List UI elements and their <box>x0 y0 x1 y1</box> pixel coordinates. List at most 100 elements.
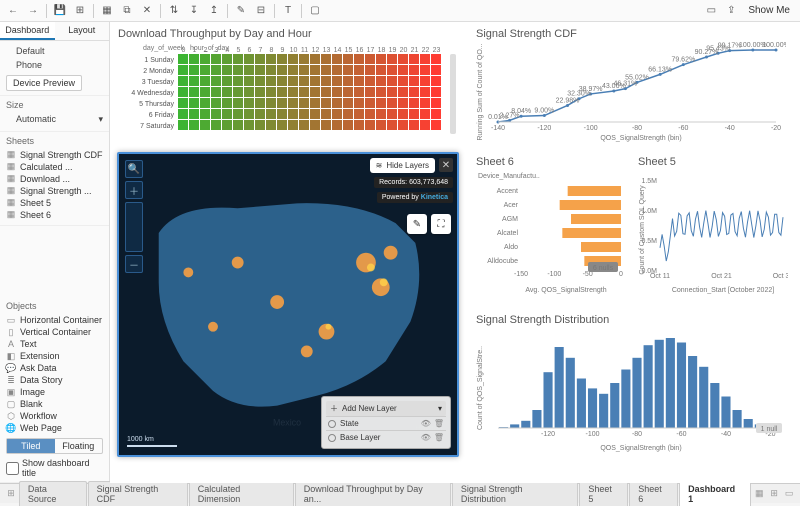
chevron-down-icon[interactable]: ▾ <box>438 404 442 413</box>
data-source-tab[interactable]: Data Source <box>19 481 87 506</box>
layers-icon: ≋ <box>376 161 383 170</box>
svg-text:13: 13 <box>323 47 331 54</box>
svg-text:0.5M: 0.5M <box>641 238 657 245</box>
dashboard-canvas[interactable]: Download Throughput by Day and Hour day_… <box>110 22 800 483</box>
object-item[interactable]: AText <box>6 338 103 350</box>
svg-text:19: 19 <box>389 47 397 54</box>
objects-list: ▭Horizontal Container ▯Vertical Containe… <box>6 314 103 434</box>
zoom-in-icon[interactable]: ＋ <box>125 181 143 199</box>
sheet-tab[interactable]: Download Throughput by Day an... <box>295 481 451 506</box>
tiled-toggle[interactable]: Tiled <box>7 439 55 453</box>
expand-icon[interactable]: ⛶ <box>431 214 451 234</box>
new-dashboard-icon[interactable]: ⊞ <box>767 487 781 501</box>
group-icon[interactable]: ⊟ <box>252 2 270 20</box>
sheet-item[interactable]: ▦Calculated ... <box>6 161 103 173</box>
map-extension[interactable]: Mexico Havana 🔍 ＋ － ≋Hide Layers ✕ Recor… <box>117 152 459 457</box>
swap-icon[interactable]: ⇅ <box>165 2 183 20</box>
label-icon[interactable]: T <box>279 2 297 20</box>
sheet-tab[interactable]: Signal Strength Distribution <box>452 481 578 506</box>
size-value[interactable]: Automatic <box>16 113 56 127</box>
new-story-icon[interactable]: ▭ <box>782 487 796 501</box>
object-item[interactable]: ▣Image <box>6 386 103 398</box>
forward-icon[interactable]: → <box>24 2 42 20</box>
show-me-button[interactable]: Show Me <box>742 3 796 18</box>
duplicate-icon[interactable]: ⧉ <box>118 2 136 20</box>
sheet-item[interactable]: ▦Sheet 6 <box>6 209 103 221</box>
svg-text:22: 22 <box>422 47 430 54</box>
fit-icon[interactable]: ▢ <box>306 2 324 20</box>
add-layer-button[interactable]: ＋Add New Layer▾ <box>326 401 446 416</box>
svg-text:-120: -120 <box>537 125 551 132</box>
floating-toggle[interactable]: Floating <box>55 439 103 453</box>
svg-text:18: 18 <box>378 47 386 54</box>
svg-text:Running Sum of Count of QO...: Running Sum of Count of QO... <box>477 43 484 140</box>
object-item[interactable]: 💬Ask Data <box>6 362 103 374</box>
sheet-item[interactable]: ▦Signal Strength ... <box>6 185 103 197</box>
show-title-checkbox[interactable]: Show dashboard title <box>6 458 103 478</box>
sort-asc-icon[interactable]: ↧ <box>185 2 203 20</box>
device-preview-button[interactable]: Device Preview <box>6 75 82 91</box>
dist-tile[interactable]: Signal Strength Distribution Count of QO… <box>476 314 792 464</box>
close-icon[interactable]: ✕ <box>439 158 453 172</box>
sheet-item[interactable]: ▦Sheet 5 <box>6 197 103 209</box>
new-data-icon[interactable]: ⊞ <box>71 2 89 20</box>
save-icon[interactable]: 💾 <box>51 2 69 20</box>
heatmap-tile[interactable]: Download Throughput by Day and Hour day_… <box>118 28 468 148</box>
svg-text:Connection_Start [October 2022: Connection_Start [October 2022] <box>672 287 774 294</box>
svg-text:1 Sunday: 1 Sunday <box>144 57 174 64</box>
object-item[interactable]: ▭Horizontal Container <box>6 314 103 326</box>
sheet6-tile[interactable]: Sheet 6 Device_Manufactu.. AccentAcerAGM… <box>476 156 630 306</box>
layer-panel: ＋Add New Layer▾ State👁🗑 Base Layer👁🗑 <box>321 396 451 449</box>
object-item[interactable]: ≣Data Story <box>6 374 103 386</box>
zoom-search-icon[interactable]: 🔍 <box>125 160 143 178</box>
layer-row[interactable]: Base Layer👁🗑 <box>326 430 446 444</box>
share-icon[interactable]: ⇪ <box>722 2 740 20</box>
new-worksheet-icon[interactable]: ▦ <box>752 487 766 501</box>
sheet-tab[interactable]: Calculated Dimension <box>189 481 294 506</box>
sort-desc-icon[interactable]: ↥ <box>205 2 223 20</box>
tab-layout[interactable]: Layout <box>55 22 110 40</box>
object-item[interactable]: ◧Extension <box>6 350 103 362</box>
highlight-icon[interactable]: ✎ <box>232 2 250 20</box>
zoom-slider[interactable] <box>125 202 143 252</box>
presentation-icon[interactable]: ▭ <box>702 2 720 20</box>
visibility-icon[interactable]: 👁 <box>421 419 431 428</box>
visibility-icon[interactable]: 👁 <box>421 433 431 442</box>
delete-icon[interactable]: 🗑 <box>434 419 444 428</box>
sheet-item[interactable]: ▦Download ... <box>6 173 103 185</box>
sheet-icon: ▦ <box>6 162 16 172</box>
sheet-tab[interactable]: Sheet 5 <box>579 481 628 506</box>
chevron-down-icon[interactable]: ▾ <box>98 113 103 127</box>
sheet-tab[interactable]: Sheet 6 <box>629 481 678 506</box>
data-source-icon[interactable]: ⊞ <box>4 487 18 501</box>
svg-text:-60: -60 <box>676 431 686 438</box>
object-item[interactable]: ⬡Workflow <box>6 410 103 422</box>
tab-dashboard[interactable]: Dashboard <box>0 22 55 40</box>
object-item[interactable]: 🌐Web Page <box>6 422 103 434</box>
svg-text:9: 9 <box>281 47 285 54</box>
sheet-tab[interactable]: Signal Strength CDF <box>88 481 188 506</box>
draw-icon[interactable]: ✎ <box>407 214 427 234</box>
delete-icon[interactable]: 🗑 <box>434 433 444 442</box>
layer-row[interactable]: State👁🗑 <box>326 416 446 430</box>
sheet-tab[interactable]: Dashboard 1 <box>679 481 751 506</box>
svg-text:AGM: AGM <box>502 216 518 223</box>
svg-text:-20: -20 <box>771 125 781 132</box>
sheet-item[interactable]: ▦Signal Strength CDF <box>6 149 103 161</box>
svg-text:Acer: Acer <box>504 202 519 209</box>
sheet5-tile[interactable]: Sheet 5 Count of Custom SQL Query 1.5M1.… <box>638 156 792 306</box>
object-item[interactable]: ▢Blank <box>6 398 103 410</box>
clear-icon[interactable]: ✕ <box>138 2 156 20</box>
hide-layers-button[interactable]: ≋Hide Layers <box>370 158 435 173</box>
layer-dot-icon <box>328 434 336 442</box>
scrollbar[interactable] <box>450 54 456 134</box>
svg-text:-120: -120 <box>541 431 555 438</box>
new-sheet-icon[interactable]: ▦ <box>98 2 116 20</box>
back-icon[interactable]: ← <box>4 2 22 20</box>
zoom-out-icon[interactable]: － <box>125 255 143 273</box>
svg-text:5 Thursday: 5 Thursday <box>139 101 174 108</box>
svg-text:Oct 31: Oct 31 <box>773 273 788 280</box>
object-item[interactable]: ▯Vertical Container <box>6 326 103 338</box>
cdf-tile[interactable]: Signal Strength CDF Running Sum of Count… <box>476 28 792 148</box>
side-panel: Dashboard Layout Default Phone Device Pr… <box>0 22 110 483</box>
